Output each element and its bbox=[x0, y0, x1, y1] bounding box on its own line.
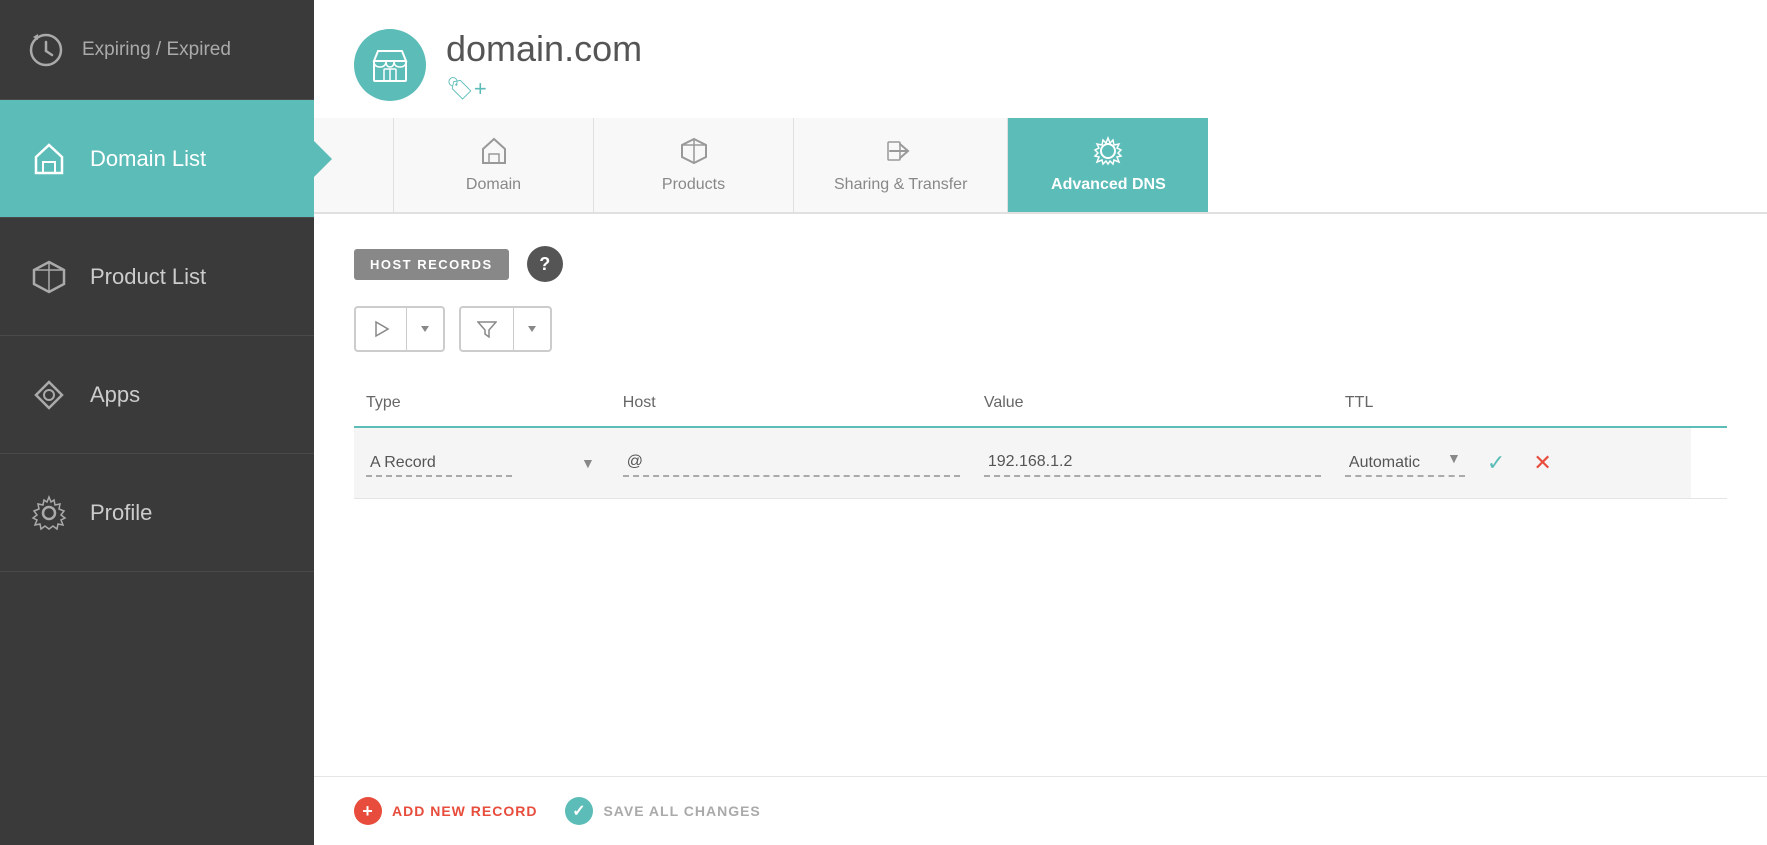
domain-icon bbox=[354, 29, 426, 101]
record-ttl-wrap: Automatic 1 min 5 min 30 min 1 hour ▼ ✓ … bbox=[1345, 446, 1679, 480]
add-record-plus-icon: + bbox=[354, 797, 382, 825]
record-value-cell bbox=[972, 427, 1333, 499]
sidebar-item-expiring[interactable]: Expiring / Expired bbox=[0, 0, 314, 100]
diamond-icon bbox=[28, 374, 70, 416]
ttl-select-wrap: Automatic 1 min 5 min 30 min 1 hour ▼ bbox=[1345, 450, 1465, 477]
col-actions bbox=[1691, 380, 1727, 427]
filter-dropdown-arrow[interactable] bbox=[514, 311, 550, 347]
col-value: Value bbox=[972, 380, 1333, 427]
main-content: domain.com 🏷+ Domain bbox=[314, 0, 1767, 845]
box-icon bbox=[28, 256, 70, 298]
domain-name: domain.com bbox=[446, 28, 642, 70]
domain-title-wrap: domain.com 🏷+ bbox=[446, 28, 642, 102]
col-type: Type bbox=[354, 380, 611, 427]
dns-table: Type Host Value TTL A Record CNAME Recor… bbox=[354, 380, 1727, 499]
toolbar bbox=[354, 306, 1727, 352]
record-ttl-select[interactable]: Automatic 1 min 5 min 30 min 1 hour bbox=[1345, 450, 1465, 477]
tab-domain[interactable]: Domain bbox=[394, 118, 594, 212]
sidebar: Expiring / Expired Domain List Product L… bbox=[0, 0, 314, 845]
save-check-icon: ✓ bbox=[565, 797, 593, 825]
bottom-bar: + ADD NEW RECORD ✓ SAVE ALL CHANGES bbox=[314, 776, 1767, 845]
sidebar-product-list-label: Product List bbox=[90, 264, 206, 290]
record-ttl-cell: Automatic 1 min 5 min 30 min 1 hour ▼ ✓ … bbox=[1333, 427, 1691, 499]
host-records-bar: HOST RECORDS ? bbox=[354, 246, 1727, 282]
record-type-select-wrap: A Record CNAME Record MX Record TXT Reco… bbox=[366, 450, 599, 477]
sharing-tab-icon bbox=[886, 136, 916, 166]
manage-dropdown-arrow[interactable] bbox=[407, 311, 443, 347]
col-ttl: TTL bbox=[1333, 380, 1691, 427]
gear-icon bbox=[28, 492, 70, 534]
products-tab-icon bbox=[679, 136, 709, 166]
domain-header: domain.com 🏷+ bbox=[314, 0, 1767, 118]
table-body: A Record CNAME Record MX Record TXT Reco… bbox=[354, 427, 1727, 499]
record-host-cell bbox=[611, 427, 972, 499]
table-row: A Record CNAME Record MX Record TXT Reco… bbox=[354, 427, 1727, 499]
record-value-input[interactable] bbox=[984, 449, 1321, 477]
products-tab-label: Products bbox=[662, 176, 725, 194]
sidebar-profile-label: Profile bbox=[90, 500, 152, 526]
play-icon bbox=[356, 308, 407, 350]
table-header: Type Host Value TTL bbox=[354, 380, 1727, 427]
record-type-select[interactable]: A Record CNAME Record MX Record TXT Reco… bbox=[366, 450, 512, 477]
advanced-dns-tab-label: Advanced DNS bbox=[1051, 176, 1166, 194]
add-new-record-button[interactable]: + ADD NEW RECORD bbox=[354, 797, 537, 825]
domain-tab-label: Domain bbox=[466, 176, 521, 194]
tab-products[interactable]: Products bbox=[594, 118, 794, 212]
sidebar-domain-list-label: Domain List bbox=[90, 146, 206, 172]
sidebar-item-apps[interactable]: Apps bbox=[0, 336, 314, 454]
record-host-input[interactable] bbox=[623, 449, 960, 477]
advanced-dns-tab-icon bbox=[1093, 136, 1123, 166]
help-icon[interactable]: ? bbox=[527, 246, 563, 282]
clock-icon bbox=[28, 32, 64, 68]
tag-icon[interactable]: 🏷+ bbox=[446, 76, 642, 102]
sharing-tab-label: Sharing & Transfer bbox=[834, 176, 967, 194]
home-icon bbox=[28, 138, 70, 180]
add-record-label: ADD NEW RECORD bbox=[392, 803, 537, 819]
type-select-arrow: ▼ bbox=[581, 455, 595, 471]
sidebar-apps-label: Apps bbox=[90, 382, 140, 408]
sidebar-expiring-label: Expiring / Expired bbox=[82, 39, 231, 61]
sidebar-item-domain-list[interactable]: Domain List bbox=[0, 100, 314, 218]
tab-bar: Domain Products Sharing & Transfer bbox=[314, 118, 1767, 214]
confirm-record-button[interactable]: ✓ bbox=[1481, 446, 1511, 480]
sidebar-item-product-list[interactable]: Product List bbox=[0, 218, 314, 336]
manage-button[interactable] bbox=[354, 306, 445, 352]
save-label: SAVE ALL CHANGES bbox=[603, 803, 760, 819]
content-area: HOST RECORDS ? bbox=[314, 214, 1767, 776]
filter-button[interactable] bbox=[459, 306, 552, 352]
save-all-changes-button[interactable]: ✓ SAVE ALL CHANGES bbox=[565, 797, 760, 825]
host-records-badge: HOST RECORDS bbox=[354, 249, 509, 280]
tab-sharing[interactable]: Sharing & Transfer bbox=[794, 118, 1008, 212]
col-host: Host bbox=[611, 380, 972, 427]
domain-tab-icon bbox=[479, 136, 509, 166]
record-type-cell: A Record CNAME Record MX Record TXT Reco… bbox=[354, 427, 611, 499]
sidebar-item-profile[interactable]: Profile bbox=[0, 454, 314, 572]
tab-advanced-dns[interactable]: Advanced DNS bbox=[1008, 118, 1208, 212]
delete-record-button[interactable]: ✕ bbox=[1527, 446, 1557, 480]
filter-icon bbox=[461, 308, 514, 350]
